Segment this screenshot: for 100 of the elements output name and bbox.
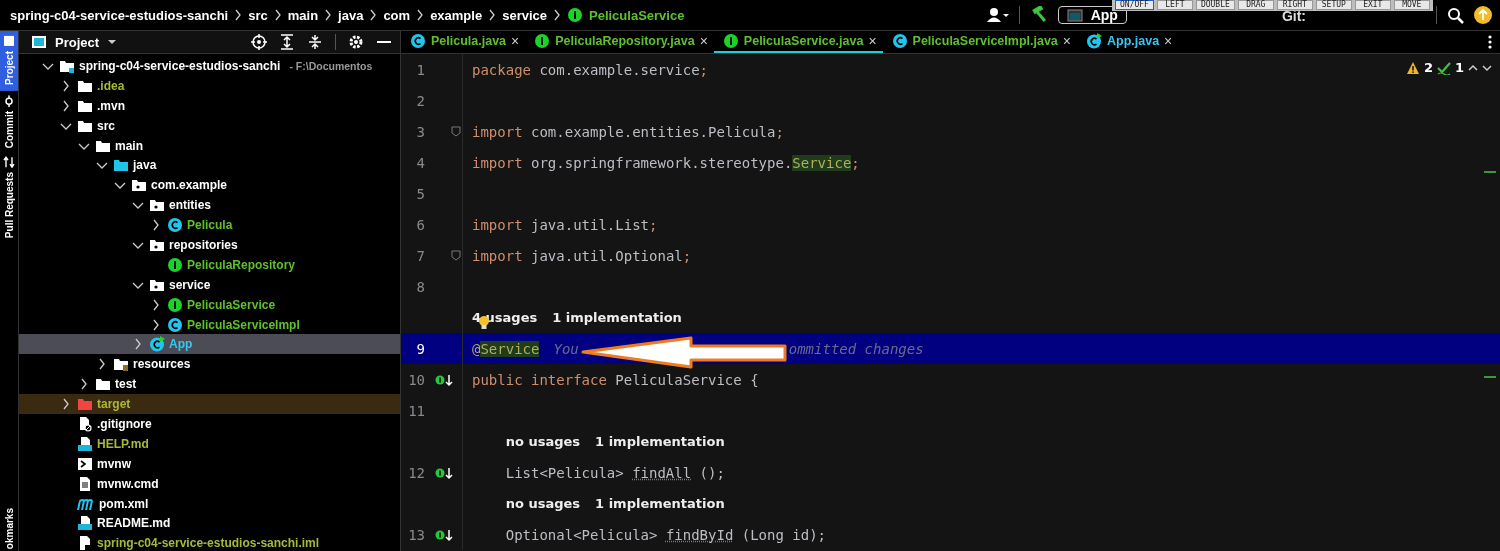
breadcrumb-item[interactable]: main bbox=[287, 7, 319, 23]
line-number: 9 bbox=[415, 340, 425, 357]
run-configuration[interactable]: App bbox=[1057, 6, 1127, 24]
dropdown-icon[interactable] bbox=[107, 38, 118, 46]
implemented-icon[interactable] bbox=[435, 527, 453, 542]
tree-item[interactable]: target bbox=[19, 394, 400, 415]
tree-item[interactable]: mvnw bbox=[19, 453, 400, 474]
tree-item[interactable]: entities bbox=[19, 195, 400, 216]
inlay-hint[interactable]: 1 implementation bbox=[552, 310, 682, 325]
tool-window-tab[interactable]: okmarks bbox=[0, 504, 18, 551]
tree-item-label: spring-c04-service-estudios-sanchi.iml bbox=[97, 536, 320, 551]
blame-annotation: ommitted changes bbox=[788, 340, 924, 357]
overlay-button[interactable]: ON/OFF bbox=[1115, 0, 1154, 10]
overlay-button[interactable]: EXIT bbox=[1354, 0, 1391, 10]
tree-item-label: HELP.md bbox=[97, 436, 149, 451]
breadcrumb-item[interactable]: com bbox=[383, 7, 411, 23]
code-line: List<Pelicula> findAll (); bbox=[504, 464, 725, 481]
tree-item-label: target bbox=[97, 397, 131, 412]
tree-item[interactable]: test bbox=[19, 374, 400, 395]
tree-item[interactable]: HELP.md bbox=[19, 433, 400, 454]
overlay-button[interactable]: SETUP bbox=[1315, 0, 1352, 10]
inlay-hint[interactable]: no usages bbox=[505, 434, 581, 449]
tree-item[interactable]: mvnw.cmd bbox=[19, 473, 400, 494]
tool-window-tab[interactable]: Commit bbox=[0, 90, 18, 153]
update-icon[interactable] bbox=[1474, 6, 1492, 24]
inlay-hint[interactable]: 1 implementation bbox=[595, 496, 725, 511]
tree-item-label: PeliculaService bbox=[187, 297, 276, 312]
close-icon[interactable]: × bbox=[1164, 33, 1173, 49]
tree-item[interactable]: resources bbox=[19, 354, 400, 375]
overlay-button[interactable]: RIGHT bbox=[1276, 0, 1313, 10]
breadcrumb-item[interactable]: example bbox=[430, 7, 483, 23]
tree-item-label: pom.xml bbox=[99, 496, 149, 511]
close-icon[interactable]: × bbox=[1062, 33, 1071, 49]
close-icon[interactable]: × bbox=[699, 33, 708, 49]
expand-all-icon[interactable] bbox=[279, 34, 295, 50]
tool-window-tab[interactable]: Project bbox=[0, 31, 18, 91]
chevron-down-icon[interactable] bbox=[1482, 62, 1492, 73]
collapse-all-icon[interactable] bbox=[307, 34, 323, 50]
close-icon[interactable]: × bbox=[511, 33, 520, 49]
overlay-button[interactable]: MOVE bbox=[1393, 0, 1430, 10]
tree-item[interactable]: PeliculaServiceImpl bbox=[19, 314, 400, 335]
breadcrumb-item[interactable]: PeliculaService bbox=[589, 7, 685, 23]
overlay-button[interactable]: DRAG bbox=[1237, 0, 1274, 10]
line-number: 11 bbox=[407, 402, 425, 419]
tree-item[interactable]: service bbox=[19, 274, 400, 295]
tree-item[interactable]: pom.xml bbox=[19, 493, 400, 514]
tree-item-label: java bbox=[133, 158, 157, 173]
fold-icon[interactable] bbox=[451, 126, 461, 137]
tree-item[interactable]: repositories bbox=[19, 235, 400, 255]
locate-icon[interactable] bbox=[251, 34, 267, 50]
chevron-right-icon bbox=[553, 9, 561, 21]
tree-item[interactable]: PeliculaRepository bbox=[19, 254, 400, 275]
tree-item-label: src bbox=[97, 118, 116, 133]
chevron-right-icon bbox=[324, 9, 333, 21]
settings-icon[interactable] bbox=[348, 34, 364, 50]
tree-item[interactable]: App bbox=[19, 334, 400, 355]
overlay-button[interactable]: LEFT bbox=[1156, 0, 1193, 10]
tree-item[interactable]: java bbox=[19, 155, 400, 176]
user-icon[interactable] bbox=[986, 7, 1009, 23]
tree-item[interactable]: README.md bbox=[19, 513, 400, 534]
tree-item[interactable]: main bbox=[19, 135, 400, 156]
tree-item[interactable]: .gitignore bbox=[19, 414, 400, 434]
close-icon[interactable]: × bbox=[868, 33, 877, 49]
implemented-icon[interactable] bbox=[435, 372, 453, 387]
tree-item[interactable]: com.example bbox=[19, 175, 400, 196]
editor-tab[interactable]: PeliculaRepository.java × bbox=[525, 31, 714, 53]
chevron-up-icon[interactable] bbox=[1468, 62, 1478, 73]
line-number: 10 bbox=[407, 371, 425, 388]
tree-item[interactable]: src bbox=[19, 115, 400, 136]
code-line: public interface PeliculaService { bbox=[472, 371, 759, 388]
editor-tab[interactable]: PeliculaServiceImpl.java × bbox=[882, 31, 1077, 53]
tree-item[interactable]: Pelicula bbox=[19, 215, 400, 235]
tree-item[interactable]: .mvn bbox=[19, 95, 400, 116]
inlay-hint[interactable]: 1 implementation bbox=[595, 434, 725, 449]
tree-item[interactable]: PeliculaService bbox=[19, 294, 400, 315]
breadcrumb-item[interactable]: src bbox=[248, 7, 268, 23]
editor-tab[interactable]: PeliculaService.java × bbox=[713, 31, 883, 53]
implemented-icon[interactable] bbox=[435, 465, 453, 480]
chevron-right-icon bbox=[369, 9, 378, 21]
editor-tab[interactable]: App.java × bbox=[1077, 31, 1179, 53]
tree-item[interactable]: spring-c04-service-estudios-sanchi - F:\Documentos bbox=[19, 56, 400, 76]
breadcrumb-item[interactable]: java bbox=[338, 7, 364, 23]
search-icon[interactable] bbox=[1447, 6, 1464, 24]
tree-item[interactable]: .idea bbox=[19, 75, 400, 96]
inlay-hint[interactable]: no usages bbox=[505, 496, 581, 511]
weak-warning-count[interactable]: 1 bbox=[1454, 60, 1464, 75]
tree-item-label: resources bbox=[133, 357, 191, 372]
breadcrumb-item[interactable]: spring-c04-service-estudios-sanchi bbox=[10, 7, 229, 23]
breadcrumb-item[interactable]: service bbox=[502, 7, 547, 23]
inlay-hint[interactable]: 4 usages bbox=[472, 310, 538, 325]
tool-window-tab[interactable]: Pull Requests bbox=[0, 152, 18, 243]
editor-tab[interactable]: Pelicula.java × bbox=[401, 31, 526, 53]
line-number: 6 bbox=[415, 216, 425, 233]
overlay-button[interactable]: DOUBLE bbox=[1195, 0, 1235, 10]
more-icon[interactable] bbox=[1488, 35, 1492, 49]
tool-window-icon bbox=[3, 35, 15, 47]
tree-item[interactable]: spring-c04-service-estudios-sanchi.iml bbox=[19, 533, 400, 551]
code-line: import java.util.List; bbox=[472, 216, 658, 233]
fold-icon[interactable] bbox=[451, 250, 461, 261]
warning-count[interactable]: 2 bbox=[1423, 60, 1433, 75]
